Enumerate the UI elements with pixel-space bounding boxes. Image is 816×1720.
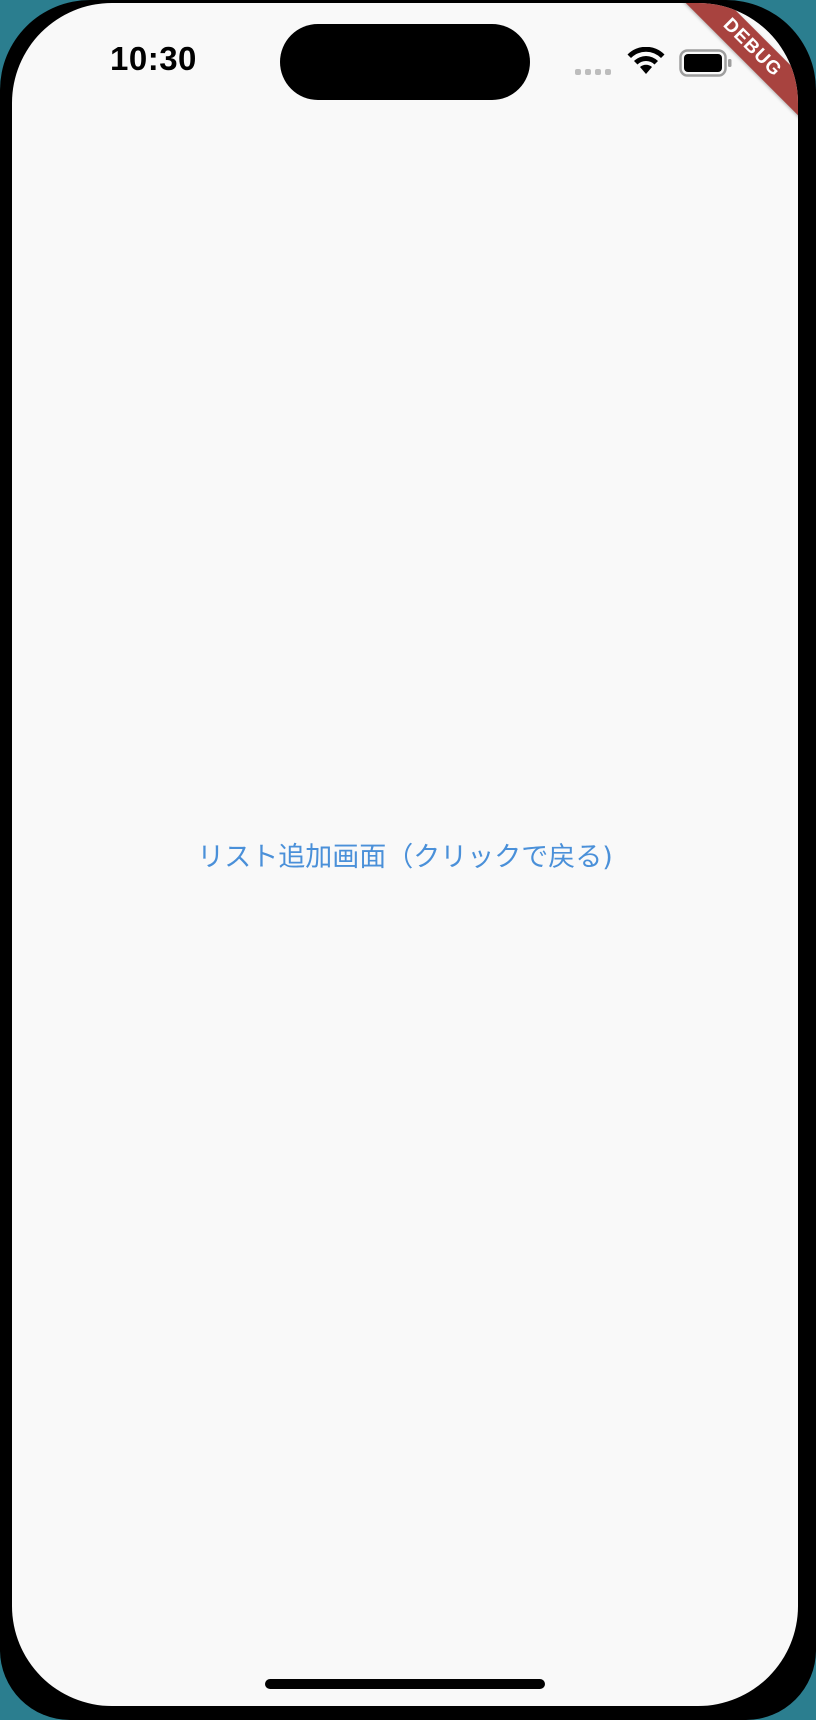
status-time: 10:30	[110, 40, 197, 77]
app-screen: 10:30 DEBUG リスト追加画面（クリックで戻る)	[12, 3, 798, 1706]
dynamic-island	[280, 24, 530, 100]
wifi-icon	[627, 47, 665, 74]
home-indicator[interactable]	[265, 1679, 545, 1689]
battery-icon	[679, 49, 732, 77]
device-frame: 10:30 DEBUG リスト追加画面（クリックで戻る)	[0, 0, 816, 1720]
signal-icon	[575, 69, 611, 75]
back-link[interactable]: リスト追加画面（クリックで戻る)	[12, 835, 798, 874]
